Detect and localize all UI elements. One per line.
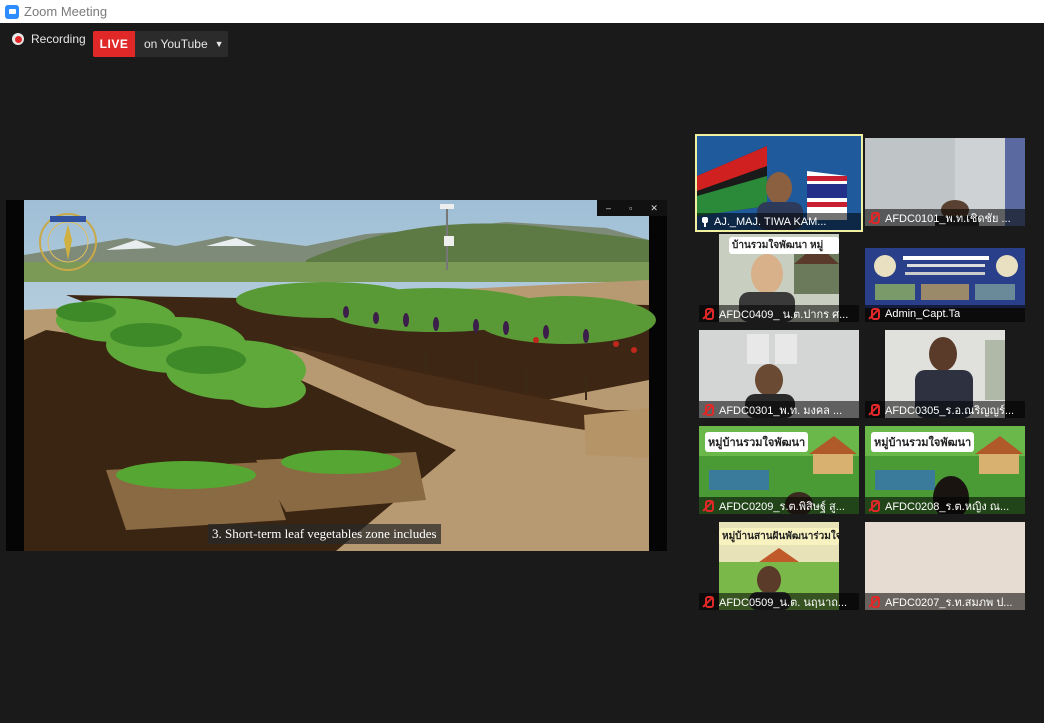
participant-tile[interactable]: AJ._MAJ. TIWA KAM... [695,134,863,232]
participant-name: AFDC0101_พ.ท.เชิดชัย ... [885,212,1011,225]
shared-window-controls: – ▫ ✕ [597,200,667,216]
garden-scene-image [6,200,667,551]
participant-namebar: AFDC0301_พ.ท. มงคล ... [699,401,859,418]
muted-mic-icon [868,499,880,512]
meeting-stage: Recording LIVE on YouTube ▼ – ▫ ✕ 3. Sho… [0,23,1044,723]
participant-namebar: AFDC0209_ร.ต.พิสิษฐ์ สู... [699,497,859,514]
muted-mic-icon [702,307,714,320]
live-badge: LIVE [93,31,135,57]
pin-icon [700,216,710,227]
logo-emblem [39,213,97,271]
participant-name: AFDC0509_น.ต. นฤนาถ... [719,596,848,609]
window-title: Zoom Meeting [24,4,108,19]
muted-mic-icon [868,595,880,608]
recording-label: Recording [31,32,86,46]
participant-name: AFDC0208_ร.ต.หญิง ณ... [885,500,1010,513]
muted-mic-icon [868,307,880,320]
participant-tile[interactable]: AFDC0305_ร.อ.ณริญญร์... [865,330,1025,418]
zoom-icon [5,4,19,19]
recording-indicator[interactable]: Recording [12,32,86,46]
participant-name: AFDC0209_ร.ต.พิสิษฐ์ สู... [719,500,845,513]
participant-namebar: AFDC0101_พ.ท.เชิดชัย ... [865,209,1025,226]
muted-mic-icon [702,499,714,512]
participant-tile[interactable]: หมู่บ้านรวมใจพัฒนา AFDC0209_ร.ต.พิสิษฐ์ … [699,426,859,514]
tile-banner-text: หมู่บ้านรวมใจพัฒนา [705,432,809,452]
title-bar: Zoom Meeting [0,0,1044,23]
minimize-icon: – [606,203,612,213]
muted-mic-icon [702,595,714,608]
participant-tile[interactable]: หมู่บ้านรวมใจพัฒนา AFDC0208_ร.ต.หญิง ณ..… [865,426,1025,514]
participant-tile[interactable]: หมู่บ้านสานฝันพัฒนาร่วมใจ AFDC0509_น.ต. … [699,522,859,610]
participant-namebar: AFDC0208_ร.ต.หญิง ณ... [865,497,1025,514]
muted-mic-icon [702,403,714,416]
muted-mic-icon [868,403,880,416]
participant-tile[interactable]: AFDC0101_พ.ท.เชิดชัย ... [865,138,1025,226]
tile-banner-text: หมู่บ้านรวมใจพัฒนา [871,432,975,452]
participant-name: AFDC0207_ร.ท.สมภพ ป... [885,596,1013,609]
close-icon: ✕ [650,202,658,213]
participant-tile[interactable]: AFDC0207_ร.ท.สมภพ ป... [865,522,1025,610]
caret-down-icon: ▼ [214,39,224,49]
participant-name: Admin_Capt.Ta [885,307,961,320]
participant-namebar: AFDC0207_ร.ท.สมภพ ป... [865,593,1025,610]
participant-namebar: AJ._MAJ. TIWA KAM... [697,213,861,230]
participant-tile[interactable]: Admin_Capt.Ta [865,234,1025,322]
muted-mic-icon [868,211,880,224]
participant-namebar: AFDC0409_ น.ต.ปากร ศ... [699,305,859,322]
shared-screen[interactable]: – ▫ ✕ [6,200,667,551]
stream-destination-label: on YouTube [144,37,208,51]
tile-banner-text: หมู่บ้านสานฝันพัฒนาร่วมใจ [719,528,839,545]
tile-banner-text: บ้านรวมใจพัฒนา หมู่ [729,237,839,254]
stream-destination-dropdown[interactable]: on YouTube ▼ [135,31,228,57]
participant-tile[interactable]: บ้านรวมใจพัฒนา หมู่ AFDC0409_ น.ต.ปากร ศ… [699,234,859,322]
live-stream-indicator[interactable]: LIVE on YouTube ▼ [93,31,228,57]
record-icon [12,33,24,45]
participant-name: AFDC0305_ร.อ.ณริญญร์... [885,404,1015,417]
participant-name: AFDC0409_ น.ต.ปากร ศ... [719,308,849,321]
participant-namebar: Admin_Capt.Ta [865,305,1025,322]
participant-name: AJ._MAJ. TIWA KAM... [714,215,827,228]
participant-namebar: AFDC0305_ร.อ.ณริญญร์... [865,401,1025,418]
video-caption: 3. Short-term leaf vegetables zone inclu… [208,524,441,544]
participant-tile[interactable]: AFDC0301_พ.ท. มงคล ... [699,330,859,418]
participant-name: AFDC0301_พ.ท. มงคล ... [719,404,843,417]
restore-icon: ▫ [629,203,633,213]
participant-namebar: AFDC0509_น.ต. นฤนาถ... [699,593,859,610]
